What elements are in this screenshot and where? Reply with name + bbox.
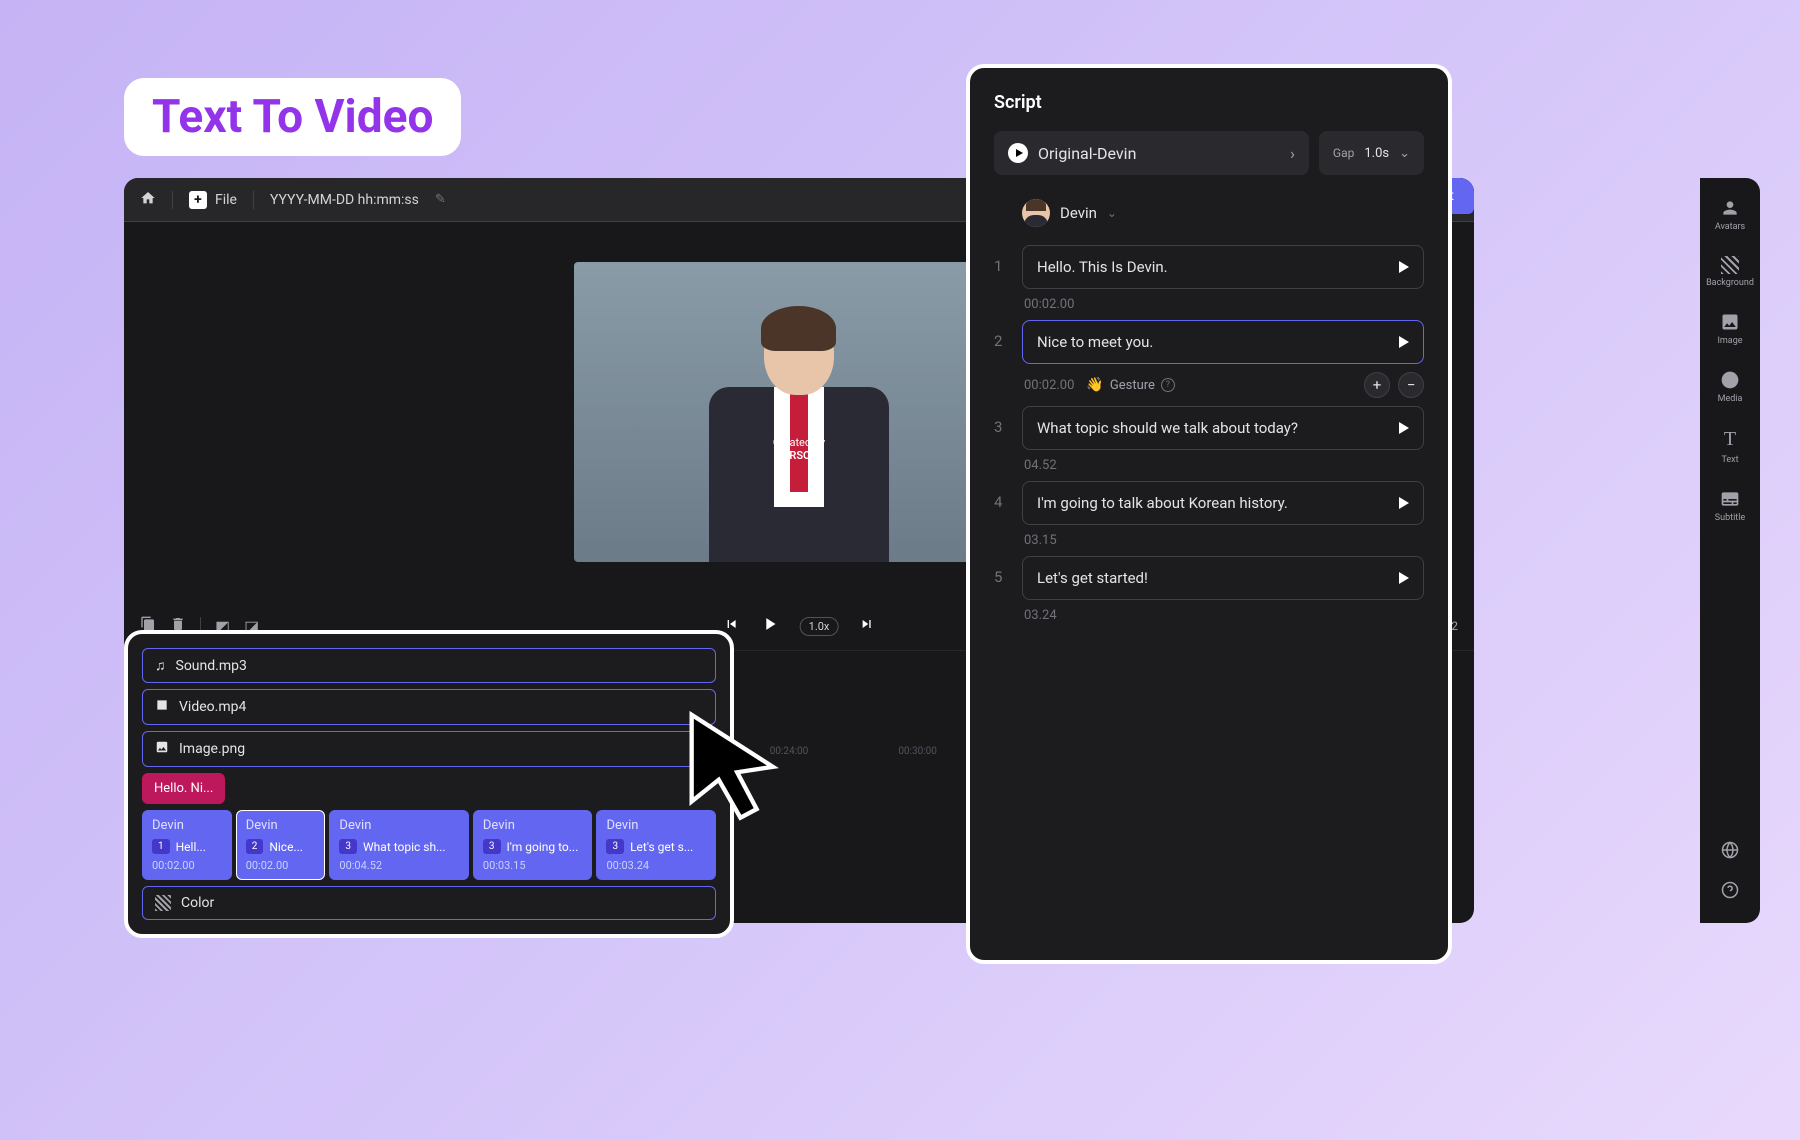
- file-menu[interactable]: + File: [189, 191, 237, 209]
- line-duration: 00:02.00: [1024, 378, 1074, 393]
- sound-track[interactable]: ♫ Sound.mp3: [142, 648, 716, 683]
- gap-value: 1.0s: [1364, 146, 1389, 161]
- help-icon[interactable]: [1721, 881, 1739, 903]
- gesture-icon: 👋: [1086, 377, 1103, 393]
- timeline-popup: ♫ Sound.mp3 Video.mp4 Image.png Hello. N…: [124, 630, 734, 938]
- script-text-input[interactable]: I'm going to talk about Korean history.: [1022, 481, 1424, 525]
- edit-icon[interactable]: ✎: [435, 192, 446, 207]
- sidebar-item-media[interactable]: Media: [1718, 370, 1743, 404]
- video-icon: [155, 698, 169, 716]
- script-line: 1 Hello. This Is Devin. 00:02.00: [994, 245, 1424, 312]
- chevron-right-icon: ›: [1290, 144, 1295, 163]
- divider: [253, 191, 254, 209]
- hello-chip[interactable]: Hello. Ni...: [142, 773, 225, 804]
- watermark: Created by PERSO.ai: [773, 436, 825, 462]
- script-line: 3 What topic should we talk about today?…: [994, 406, 1424, 473]
- line-duration: 03.24: [1024, 608, 1057, 623]
- color-track[interactable]: Color: [142, 886, 716, 920]
- line-number: 1: [994, 245, 1008, 275]
- voice-play-icon[interactable]: [1008, 143, 1028, 163]
- script-text-input[interactable]: Let's get started!: [1022, 556, 1424, 600]
- project-timestamp: YYYY-MM-DD hh:mm:ss: [270, 192, 419, 208]
- script-line: 5 Let's get started! 03.24: [994, 556, 1424, 623]
- image-icon: [155, 740, 169, 758]
- play-line-button[interactable]: [1399, 336, 1409, 348]
- divider: [172, 191, 173, 209]
- script-line: 4 I'm going to talk about Korean history…: [994, 481, 1424, 548]
- timeline-clip[interactable]: Devin 1Hell... 00:02.00: [142, 810, 232, 880]
- line-duration: 04.52: [1024, 458, 1057, 473]
- sidebar-item-image[interactable]: Image: [1717, 312, 1742, 346]
- voice-selector[interactable]: Original-Devin ›: [994, 131, 1309, 175]
- script-panel: Script Original-Devin › Gap 1.0s ⌄ Devin…: [966, 64, 1452, 964]
- image-track[interactable]: Image.png: [142, 731, 716, 767]
- line-duration: 03.15: [1024, 533, 1057, 548]
- timeline-clip[interactable]: Devin 2Nice... 00:02.00: [236, 810, 326, 880]
- line-number: 2: [994, 320, 1008, 350]
- timeline-clip[interactable]: Devin 3Let's get s... 00:03.24: [596, 810, 716, 880]
- file-plus-icon: +: [189, 191, 207, 209]
- sidebar-item-avatars[interactable]: Avatars: [1715, 198, 1745, 232]
- play-line-button[interactable]: [1399, 572, 1409, 584]
- video-track[interactable]: Video.mp4: [142, 689, 716, 725]
- script-line: 2 Nice to meet you. 00:02.00 👋 Gesture ?…: [994, 320, 1424, 398]
- gesture-option[interactable]: 👋 Gesture ?: [1086, 377, 1175, 393]
- script-text-input[interactable]: Nice to meet you.: [1022, 320, 1424, 364]
- add-button[interactable]: +: [1364, 372, 1390, 398]
- avatar-figure: [689, 302, 909, 562]
- chevron-down-icon: ⌄: [1399, 146, 1410, 161]
- play-line-button[interactable]: [1399, 261, 1409, 273]
- globe-icon[interactable]: [1721, 841, 1739, 863]
- avatar-name: Devin: [1060, 204, 1097, 222]
- next-button[interactable]: [858, 616, 874, 636]
- play-line-button[interactable]: [1399, 497, 1409, 509]
- avatar-thumbnail: [1022, 199, 1050, 227]
- line-number: 3: [994, 406, 1008, 436]
- gap-label: Gap: [1333, 146, 1354, 160]
- line-number: 5: [994, 556, 1008, 586]
- home-icon[interactable]: [140, 190, 156, 210]
- music-icon: ♫: [155, 657, 166, 674]
- video-preview[interactable]: Created by PERSO.ai: [574, 262, 1024, 562]
- line-duration: 00:02.00: [1024, 297, 1074, 312]
- clips-row: Devin 1Hell... 00:02.00 Devin 2Nice... 0…: [142, 810, 716, 880]
- avatar-selector[interactable]: Devin ⌄: [994, 199, 1424, 227]
- play-button[interactable]: [760, 614, 780, 639]
- title-badge: Text To Video: [124, 78, 461, 156]
- timeline-clip[interactable]: Devin 3What topic sh... 00:04.52: [329, 810, 468, 880]
- speed-selector[interactable]: 1.0x: [800, 617, 839, 636]
- play-line-button[interactable]: [1399, 422, 1409, 434]
- file-label: File: [215, 192, 237, 208]
- script-title: Script: [994, 92, 1424, 113]
- help-icon[interactable]: ?: [1161, 378, 1175, 392]
- gap-selector[interactable]: Gap 1.0s ⌄: [1319, 131, 1424, 175]
- right-sidebar: Avatars Background Image Media T Text Su…: [1700, 178, 1760, 923]
- remove-button[interactable]: −: [1398, 372, 1424, 398]
- sidebar-item-background[interactable]: Background: [1706, 256, 1754, 288]
- timeline-clip[interactable]: Devin 3I'm going to... 00:03.15: [473, 810, 593, 880]
- sidebar-item-subtitle[interactable]: Subtitle: [1715, 489, 1745, 523]
- line-number: 4: [994, 481, 1008, 511]
- sidebar-item-text[interactable]: T Text: [1721, 428, 1738, 465]
- voice-name: Original-Devin: [1038, 144, 1136, 163]
- script-text-input[interactable]: What topic should we talk about today?: [1022, 406, 1424, 450]
- script-text-input[interactable]: Hello. This Is Devin.: [1022, 245, 1424, 289]
- color-icon: [155, 895, 171, 911]
- chevron-down-icon: ⌄: [1107, 206, 1117, 220]
